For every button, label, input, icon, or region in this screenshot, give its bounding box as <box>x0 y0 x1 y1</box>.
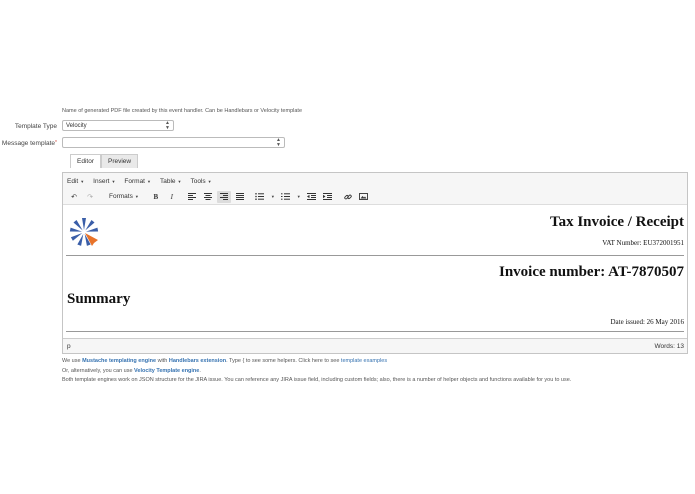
vat-number: VAT Number: EU372001951 <box>602 239 684 247</box>
chevron-down-icon[interactable]: ▼ <box>297 194 301 199</box>
align-left-icon[interactable] <box>185 191 199 203</box>
template-type-select[interactable]: Velocity ▲ ▼ <box>62 120 174 131</box>
velocity-link[interactable]: Velocity Template engine <box>134 368 199 374</box>
company-logo-icon <box>69 217 101 249</box>
template-type-value: Velocity <box>66 122 87 129</box>
select-arrows-icon: ▲ ▼ <box>165 119 170 131</box>
menu-table[interactable]: Table ▼ <box>160 178 182 185</box>
date-issued: Date issued: 26 May 2016 <box>610 318 685 326</box>
rich-text-editor: Edit ▼ Insert ▼ Format ▼ Table ▼ Tools ▼ ↶ ↷ … <box>62 172 688 354</box>
divider <box>66 331 684 332</box>
required-marker: * <box>55 140 57 146</box>
handlebars-link[interactable]: Handlebars extension <box>169 358 226 364</box>
document-title: Tax Invoice / Receipt <box>549 214 684 230</box>
bold-button[interactable]: B <box>149 191 163 203</box>
tab-editor[interactable]: Editor <box>70 154 101 168</box>
indent-icon[interactable] <box>321 191 335 203</box>
italic-button[interactable]: I <box>165 191 179 203</box>
menu-tools[interactable]: Tools ▼ <box>190 178 211 185</box>
editor-tabs: Editor Preview <box>70 154 139 168</box>
mustache-link[interactable]: Mustache templating engine <box>82 358 156 364</box>
align-right-icon[interactable] <box>216 190 231 203</box>
chevron-down-icon[interactable]: ▼ <box>271 194 275 199</box>
editor-statusbar: p Words: 13 <box>63 338 687 353</box>
bullet-list-icon[interactable] <box>253 191 267 203</box>
chevron-down-icon: ▼ <box>147 178 151 184</box>
filename-hint: Name of generated PDF file created by th… <box>62 108 302 114</box>
numbered-list-icon[interactable] <box>279 191 293 203</box>
chevron-down-icon: ▼ <box>177 178 182 184</box>
element-path[interactable]: p <box>67 343 71 350</box>
align-justify-icon[interactable] <box>233 191 247 203</box>
undo-icon[interactable]: ↶ <box>67 191 81 203</box>
help-line-3: Both template engines work on JSON struc… <box>62 377 572 383</box>
message-template-label: Message template* <box>1 140 57 147</box>
link-icon[interactable] <box>341 191 355 203</box>
editor-toolbar: ↶ ↷ Formats ▼ B I ▼ ▼ <box>63 189 687 205</box>
editor-menubar: Edit ▼ Insert ▼ Format ▼ Table ▼ Tools ▼ <box>63 173 687 189</box>
chevron-down-icon: ▼ <box>80 178 85 184</box>
word-count: Words: 13 <box>654 342 684 350</box>
template-examples-link[interactable]: template examples <box>341 358 387 364</box>
chevron-down-icon: ▼ <box>111 178 116 184</box>
outdent-icon[interactable] <box>305 191 319 203</box>
message-template-select[interactable]: ▲ ▼ <box>62 137 285 148</box>
select-arrows-icon: ▲ ▼ <box>276 136 281 148</box>
menu-edit[interactable]: Edit ▼ <box>67 178 84 185</box>
invoice-number: Invoice number: AT-7870507 <box>498 264 684 280</box>
chevron-down-icon: ▼ <box>134 194 139 199</box>
tab-preview[interactable]: Preview <box>100 154 139 168</box>
image-icon[interactable] <box>357 191 371 203</box>
help-line-2: Or, alternatively, you can use Velocity … <box>62 368 201 374</box>
summary-heading: Summary <box>67 291 131 307</box>
align-center-icon[interactable] <box>201 191 215 203</box>
divider <box>66 255 684 256</box>
chevron-down-icon: ▼ <box>207 178 212 184</box>
help-line-1: We use Mustache templating engine with H… <box>62 358 388 364</box>
menu-format[interactable]: Format ▼ <box>124 178 151 185</box>
document-body[interactable]: Tax Invoice / Receipt VAT Number: EU3720… <box>63 205 687 338</box>
menu-insert[interactable]: Insert ▼ <box>93 178 115 185</box>
redo-icon[interactable]: ↷ <box>83 191 97 203</box>
formats-dropdown[interactable]: Formats ▼ <box>105 193 143 200</box>
template-type-label: Template Type <box>14 123 57 130</box>
